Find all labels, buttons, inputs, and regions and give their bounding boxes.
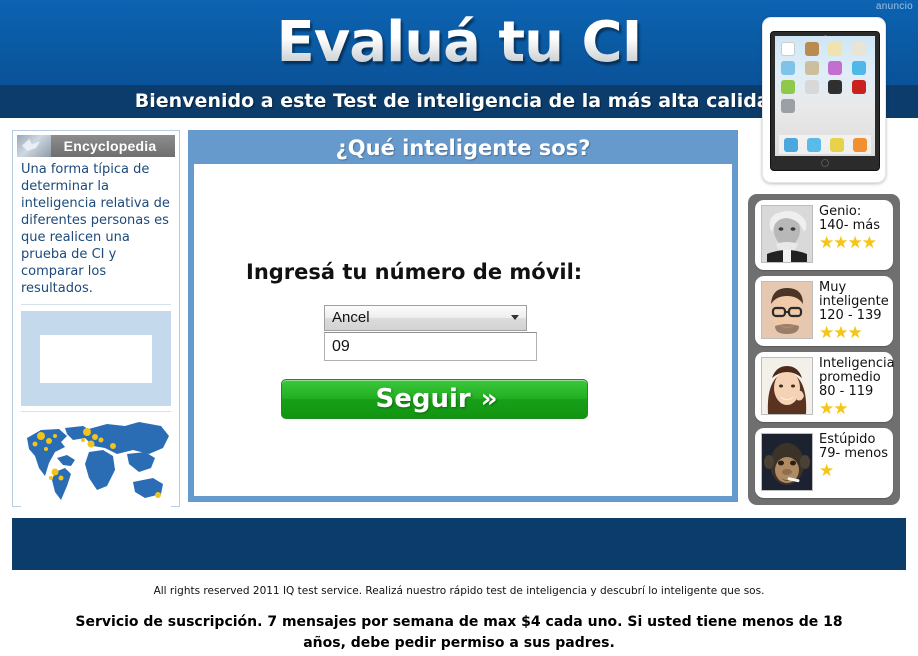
mail-dock-icon [806,137,821,152]
carrier-select-value: Ancel [332,309,370,326]
divider [21,304,171,305]
camera-app-icon [804,80,819,94]
iq-level-text: Genio: 140- más ★★★★ [819,204,887,252]
appstore-app-icon [851,61,866,75]
woman-smiling-photo [761,357,813,415]
iq-levels-sidebar: Genio: 140- más ★★★★ Muy inteligente 120… [748,194,900,505]
settings-app-icon [851,80,866,94]
iq-level-name: Muy [819,280,847,295]
iq-level-card-very-smart: Muy inteligente 120 - 139 ★★★ [755,276,893,346]
iq-level-range: 79- menos [819,446,888,461]
phone-number-input[interactable]: 09 [324,332,537,361]
chevron-down-icon [511,315,519,320]
footer-copyright: All rights reserved 2011 IQ test service… [153,585,765,597]
calendar-app-icon [781,42,795,56]
star-rating-icon: ★★ [819,399,848,418]
chimp-photo [761,433,813,491]
encyclopedia-sidebar: Encyclopedia Una forma típica de determi… [12,130,180,512]
iq-level-name-2: promedio [819,370,881,385]
safari-dock-icon [783,137,798,152]
encyclopedia-header: Encyclopedia [17,135,175,157]
iq-level-card-genius: Genio: 140- más ★★★★ [755,200,893,270]
iq-level-range: 120 - 139 [819,308,882,323]
photos-dock-icon [829,137,844,152]
iq-level-name: Inteligencia [819,356,895,371]
quiz-panel: ¿Qué inteligente sos? Ingresá tu número … [188,130,738,502]
iq-level-name: Genio: [819,204,862,219]
iq-level-text: Inteligencia promedio 80 - 119 ★★ [819,356,895,418]
world-map-svg [21,416,171,512]
itunes-app-icon [828,61,842,75]
contacts-app-icon [804,42,819,56]
page-root: Evaluá tu CI Bienvenido a este Test de i… [0,0,918,656]
iq-level-text: Estúpido 79- menos ★ [819,432,888,480]
star-rating-icon: ★★★ [819,323,863,342]
ipad-device-image [770,31,880,171]
bottom-banner [12,518,906,570]
ipad-app-grid [781,42,869,113]
einstein-photo [761,205,813,263]
youtube-app-icon [804,61,819,75]
iq-level-range: 140- más [819,218,881,233]
iq-level-name-2: inteligente [819,294,889,309]
iq-level-card-average: Inteligencia promedio 80 - 119 ★★ [755,352,895,422]
photobooth-app-icon [828,80,842,94]
iq-level-range: 80 - 119 [819,384,874,399]
carrier-select[interactable]: Ancel [324,305,527,331]
divider-2 [21,411,171,412]
ad-label: anuncio [875,1,913,12]
ipad-screen [775,36,875,156]
videos-app-icon [781,61,795,75]
star-rating-icon: ★★★★ [819,233,877,252]
notes-app-icon [828,42,842,56]
iq-level-text: Muy inteligente 120 - 139 ★★★ [819,280,889,342]
quiz-form: Ingresá tu número de móvil: Ancel 09 Seg… [194,164,732,496]
submit-button-label: Seguir [375,384,471,414]
bird-feather-icon [17,135,51,157]
world-map-image [21,416,171,512]
phone-number-value: 09 [332,338,350,355]
ipad-dock [779,135,871,154]
iq-level-card-stupid: Estúpido 79- menos ★ [755,428,893,498]
encyclopedia-image-placeholder [21,311,171,406]
encyclopedia-title: Encyclopedia [63,138,157,154]
broken-image-box [40,334,152,383]
footer-subscription-notice: Servicio de suscripción. 7 mensajes por … [75,614,843,651]
facetime-app-icon [781,99,795,113]
maps-app-icon [851,42,866,56]
man-glasses-photo [761,281,813,339]
phone-form-label: Ingresá tu número de móvil: [246,260,583,284]
encyclopedia-text: Una forma típica de determinar la inteli… [21,162,170,296]
quiz-panel-title: ¿Qué inteligente sos? [335,136,591,160]
ipad-home-button [821,159,829,167]
double-chevron-right-icon: » [480,384,498,414]
star-rating-icon: ★ [819,461,834,480]
ipad-ad-banner[interactable] [762,17,886,183]
music-dock-icon [852,137,867,152]
gamecenter-app-icon [781,80,795,94]
submit-button[interactable]: Seguir » [281,379,588,419]
iq-level-name: Estúpido [819,432,876,447]
